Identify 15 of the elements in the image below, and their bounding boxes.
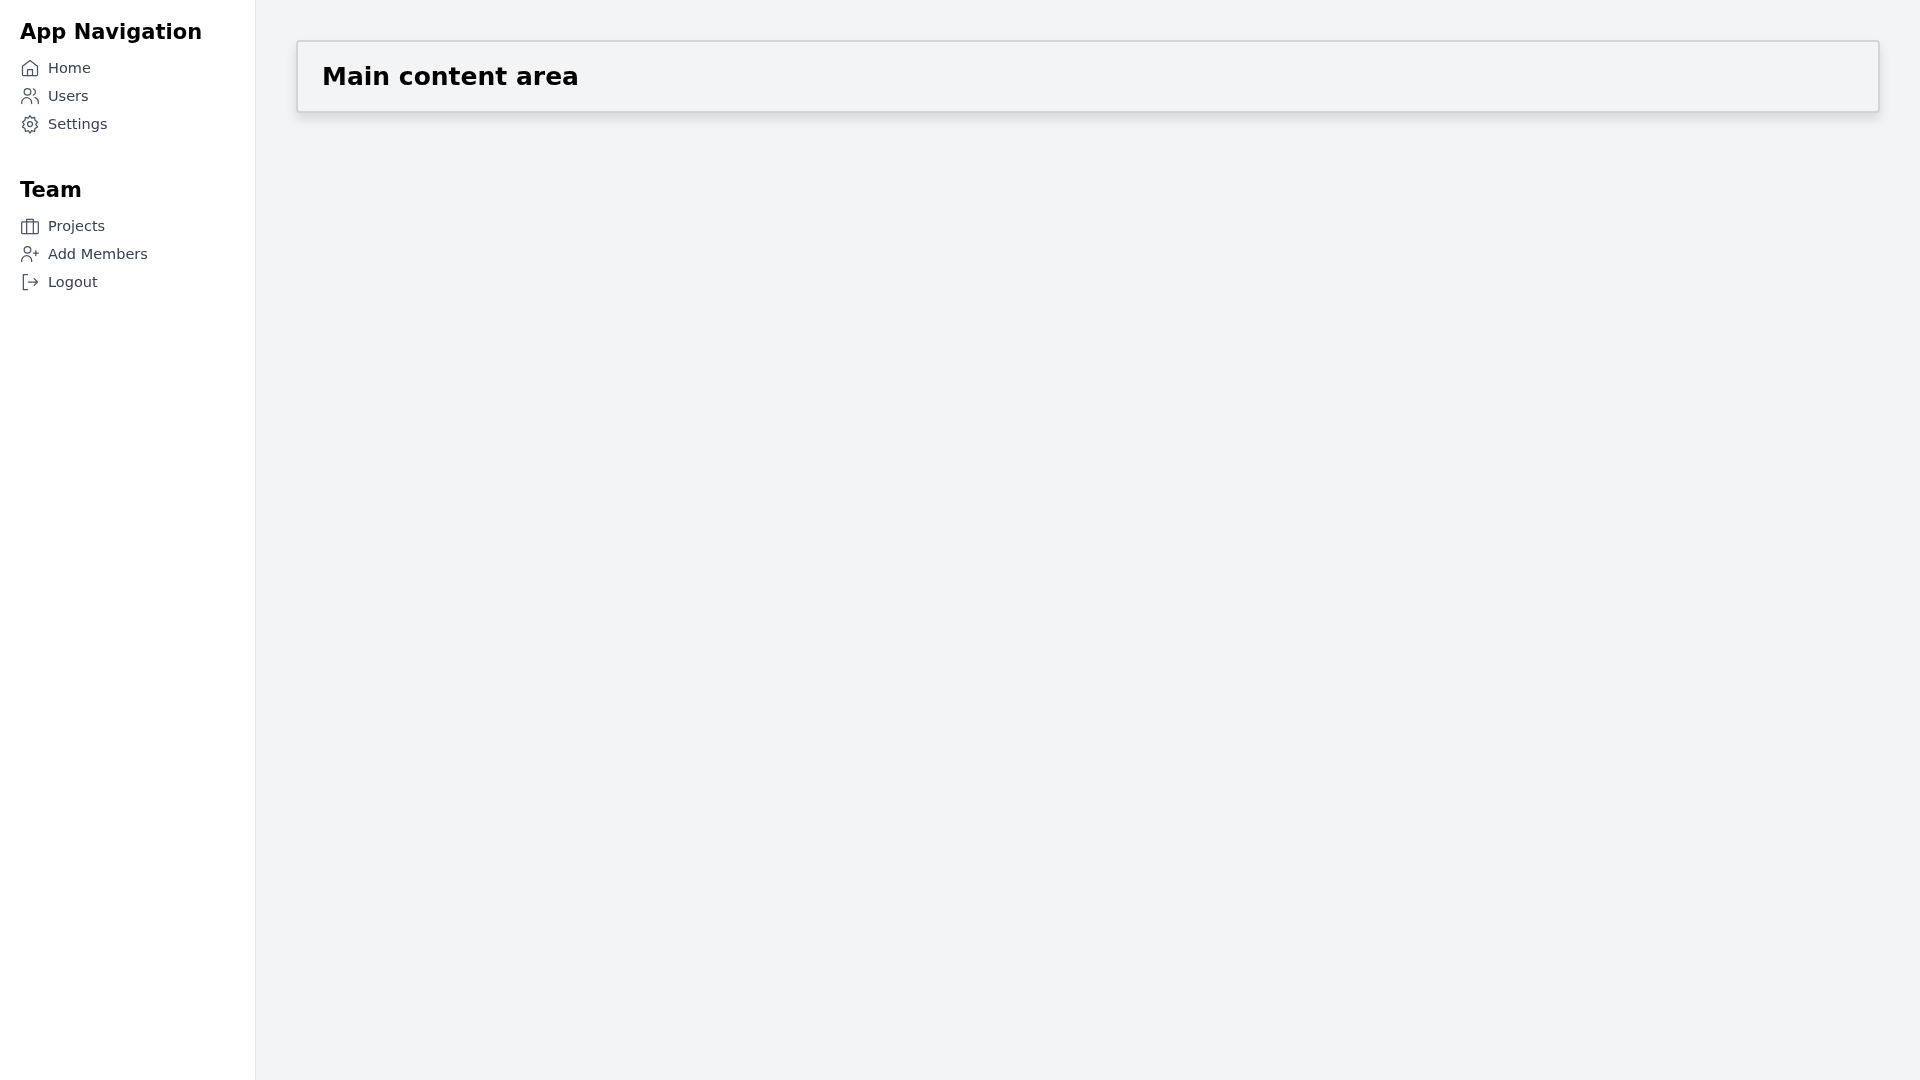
user-plus-icon: [20, 244, 40, 264]
nav-item[interactable]: Settings: [20, 110, 108, 138]
users-icon: [20, 86, 40, 106]
nav-item[interactable]: Users: [20, 82, 89, 110]
nav-item[interactable]: Logout: [20, 268, 98, 296]
card-title: Main content area: [322, 62, 579, 91]
nav-item[interactable]: Add Members: [20, 240, 148, 268]
section-title: App Navigation: [20, 20, 204, 44]
settings-icon: [20, 114, 40, 134]
nav-item[interactable]: Projects: [20, 212, 106, 240]
home-icon: [20, 58, 40, 78]
section-title: Team: [20, 178, 83, 202]
briefcase-icon: [20, 216, 40, 236]
logout-icon: [20, 272, 40, 292]
nav-item[interactable]: Home: [20, 54, 91, 82]
